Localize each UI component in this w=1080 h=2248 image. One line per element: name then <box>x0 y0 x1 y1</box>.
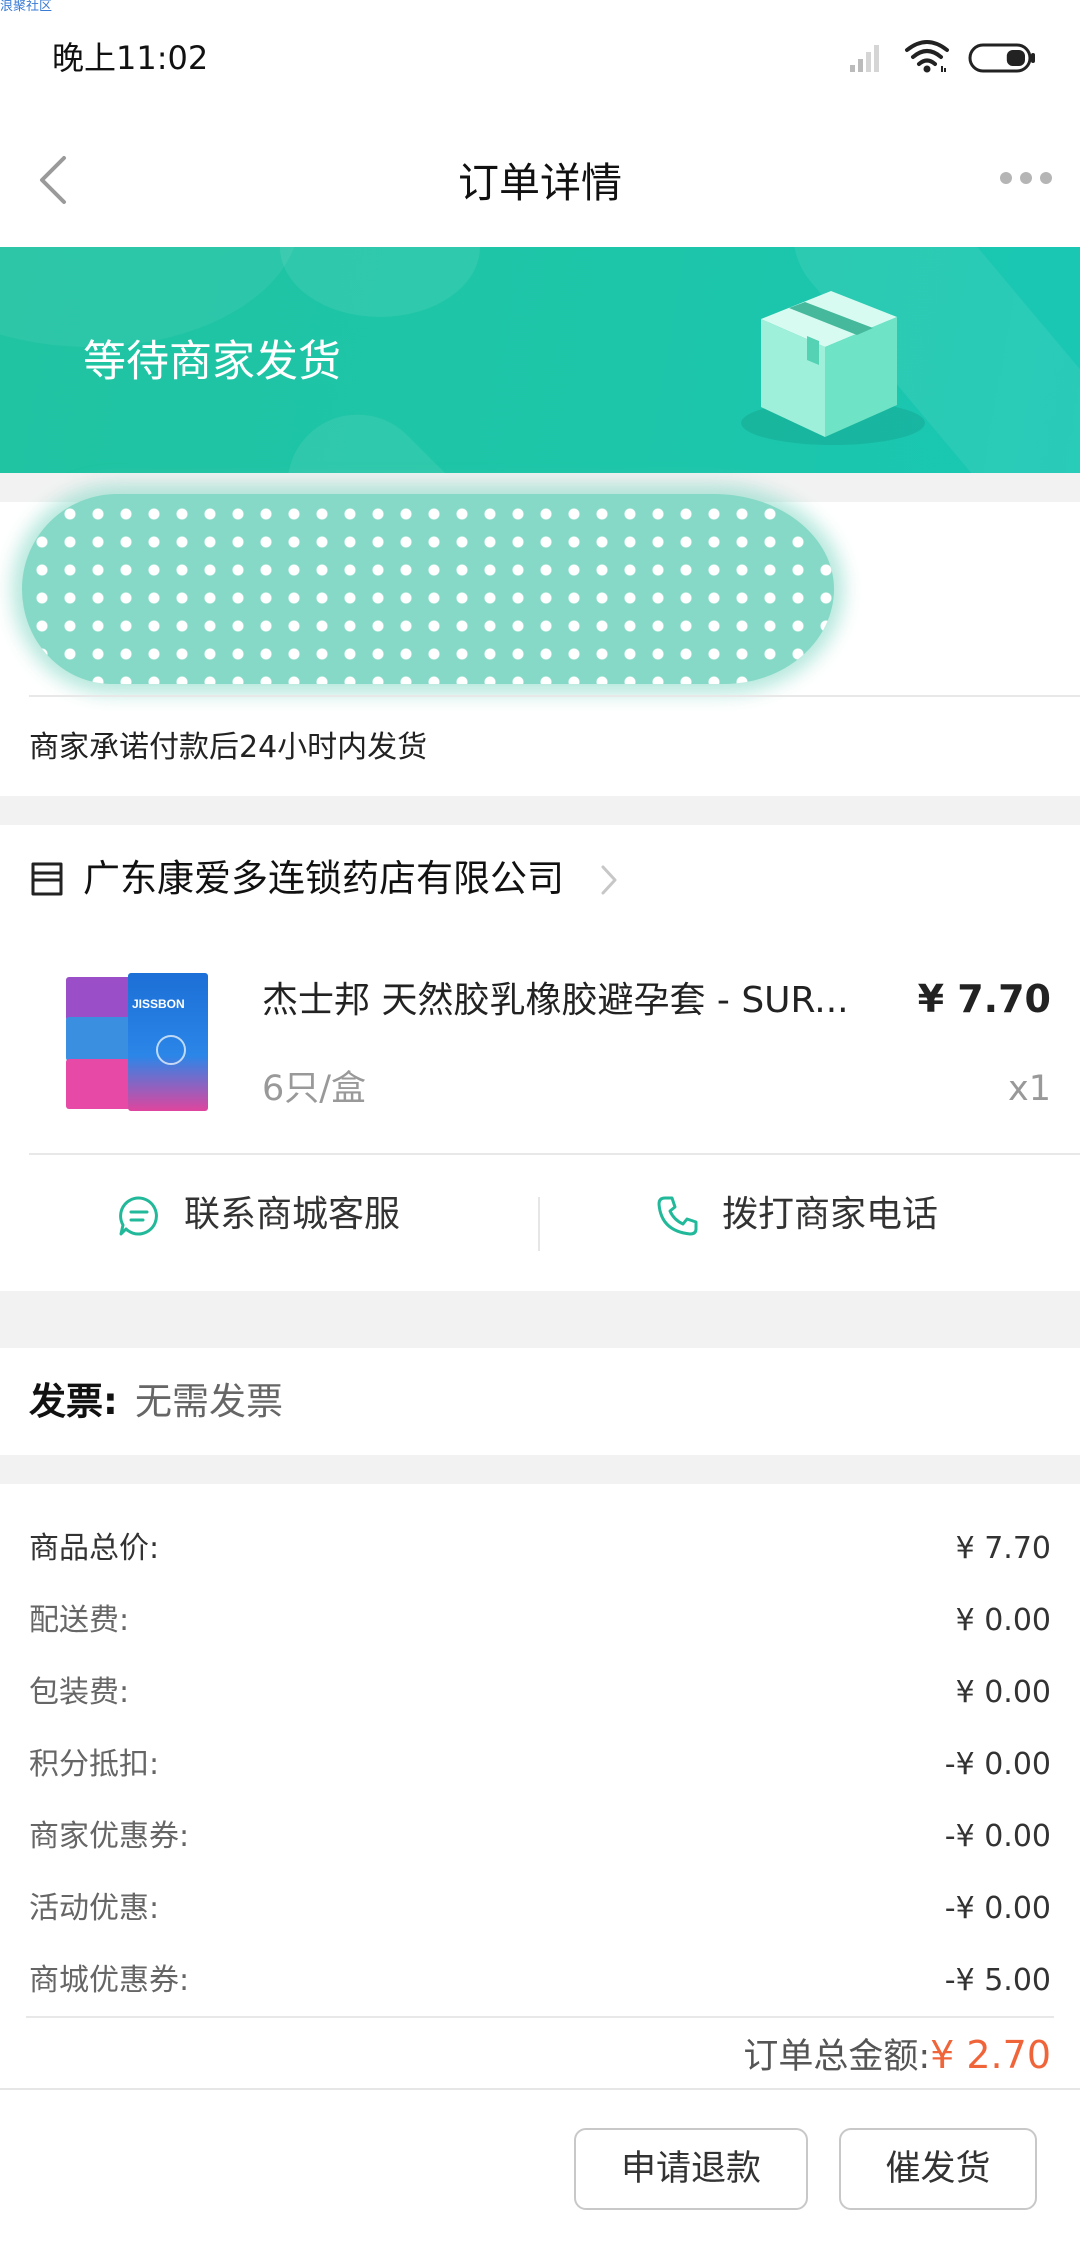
fee-value: -¥ 0.00 <box>944 1747 1051 1782</box>
product-spec: 6只/盒 <box>262 1069 367 1109</box>
address-redaction-mask <box>22 494 834 684</box>
invoice-row: 发票: 无需发票 <box>0 1348 1080 1455</box>
banner-decoration <box>0 247 300 347</box>
status-time: 晚上11:02 <box>52 39 209 77</box>
fee-row: 积分抵扣: -¥ 0.00 <box>29 1729 1051 1801</box>
order-detail-page: 浪聚社区 晚上11:02 订单详情 等待商家发货 商家承诺付款后24小时内发货 … <box>0 0 1080 2248</box>
product-logo-text: JISSBON <box>132 997 185 1011</box>
nav-bar: 订单详情 <box>0 122 1080 247</box>
phone-icon <box>657 1196 698 1236</box>
fee-row: 商家优惠券: -¥ 0.00 <box>29 1801 1051 1873</box>
contact-service-label: 联系商城客服 <box>184 1194 401 1235</box>
fee-label: 商城优惠券: <box>29 1963 190 1998</box>
product-box-purple <box>66 977 132 1021</box>
invoice-value: 无需发票 <box>135 1380 283 1423</box>
bottom-action-bar: 申请退款 催发货 <box>0 2088 1080 2248</box>
product-box-decoration <box>156 1035 186 1065</box>
divider <box>29 1153 1080 1155</box>
fee-value: -¥ 5.00 <box>944 1963 1051 1998</box>
fees-section: 商品总价: ¥ 7.70 配送费: ¥ 0.00 包装费: ¥ 0.00 积分抵… <box>0 1484 1080 2088</box>
store-icon <box>31 862 63 896</box>
fee-label: 活动优惠: <box>29 1891 160 1926</box>
banner-decoration <box>280 247 480 317</box>
refund-button[interactable]: 申请退款 <box>574 2128 808 2210</box>
shipping-promise-text: 商家承诺付款后24小时内发货 <box>29 730 428 765</box>
fee-label: 商家优惠券: <box>29 1819 190 1854</box>
urge-shipping-button[interactable]: 催发货 <box>839 2128 1037 2210</box>
status-bar: 晚上11:02 <box>0 0 1080 122</box>
fee-label: 包装费: <box>29 1675 130 1710</box>
more-icon[interactable] <box>998 168 1054 188</box>
fee-label: 积分抵扣: <box>29 1747 160 1782</box>
product-quantity: x1 <box>1008 1069 1051 1109</box>
fee-row: 活动优惠: -¥ 0.00 <box>29 1873 1051 1945</box>
fee-value: -¥ 0.00 <box>944 1819 1051 1854</box>
fee-label: 配送费: <box>29 1603 130 1638</box>
product-box-pink <box>66 1059 132 1109</box>
invoice-label: 发票: <box>29 1380 118 1423</box>
call-merchant-label: 拨打商家电话 <box>722 1194 939 1235</box>
order-total-value: ¥ 2.70 <box>930 2033 1051 2077</box>
product-price: ¥ 7.70 <box>917 977 1051 1021</box>
fee-value: ¥ 7.70 <box>955 1531 1051 1566</box>
signal-icon <box>850 45 879 72</box>
battery-icon <box>968 43 1035 73</box>
shop-name[interactable]: 广东康爱多连锁药店有限公司 <box>83 855 564 903</box>
product-image[interactable]: JISSBON <box>66 973 210 1113</box>
divider <box>26 2016 1054 2018</box>
fee-label: 商品总价: <box>29 1531 160 1566</box>
fee-row: 商城优惠券: -¥ 5.00 <box>29 1945 1051 2017</box>
chevron-right-icon[interactable] <box>598 863 620 897</box>
watermark-text: 浪聚社区 <box>0 0 53 14</box>
page-title: 订单详情 <box>458 159 622 207</box>
divider <box>29 695 1080 697</box>
fee-value: ¥ 0.00 <box>955 1603 1051 1638</box>
fee-value: ¥ 0.00 <box>955 1675 1051 1710</box>
product-title[interactable]: 杰士邦 天然胶乳橡胶避孕套 - SUR... <box>262 977 902 1025</box>
wifi-icon <box>905 40 949 73</box>
order-total-label: 订单总金额: <box>743 2037 931 2077</box>
order-total: 订单总金额:¥ 2.70 <box>743 2032 1051 2080</box>
fee-row: 配送费: ¥ 0.00 <box>29 1585 1051 1657</box>
order-status-text: 等待商家发货 <box>83 337 341 387</box>
package-box-icon <box>741 291 925 445</box>
fee-row: 商品总价: ¥ 7.70 <box>29 1513 1051 1585</box>
banner-decoration <box>258 385 542 473</box>
product-box-front: JISSBON <box>128 973 208 1111</box>
shop-card: 广东康爱多连锁药店有限公司 JISSBON 杰士邦 天然胶乳橡胶避孕套 - SU… <box>0 825 1080 1291</box>
address-card[interactable]: 商家承诺付款后24小时内发货 <box>0 494 1080 796</box>
vertical-divider <box>538 1197 540 1251</box>
fee-row: 包装费: ¥ 0.00 <box>29 1657 1051 1729</box>
fee-value: -¥ 0.00 <box>944 1891 1051 1926</box>
chat-icon <box>119 1196 158 1236</box>
product-box-blue <box>66 1017 132 1061</box>
